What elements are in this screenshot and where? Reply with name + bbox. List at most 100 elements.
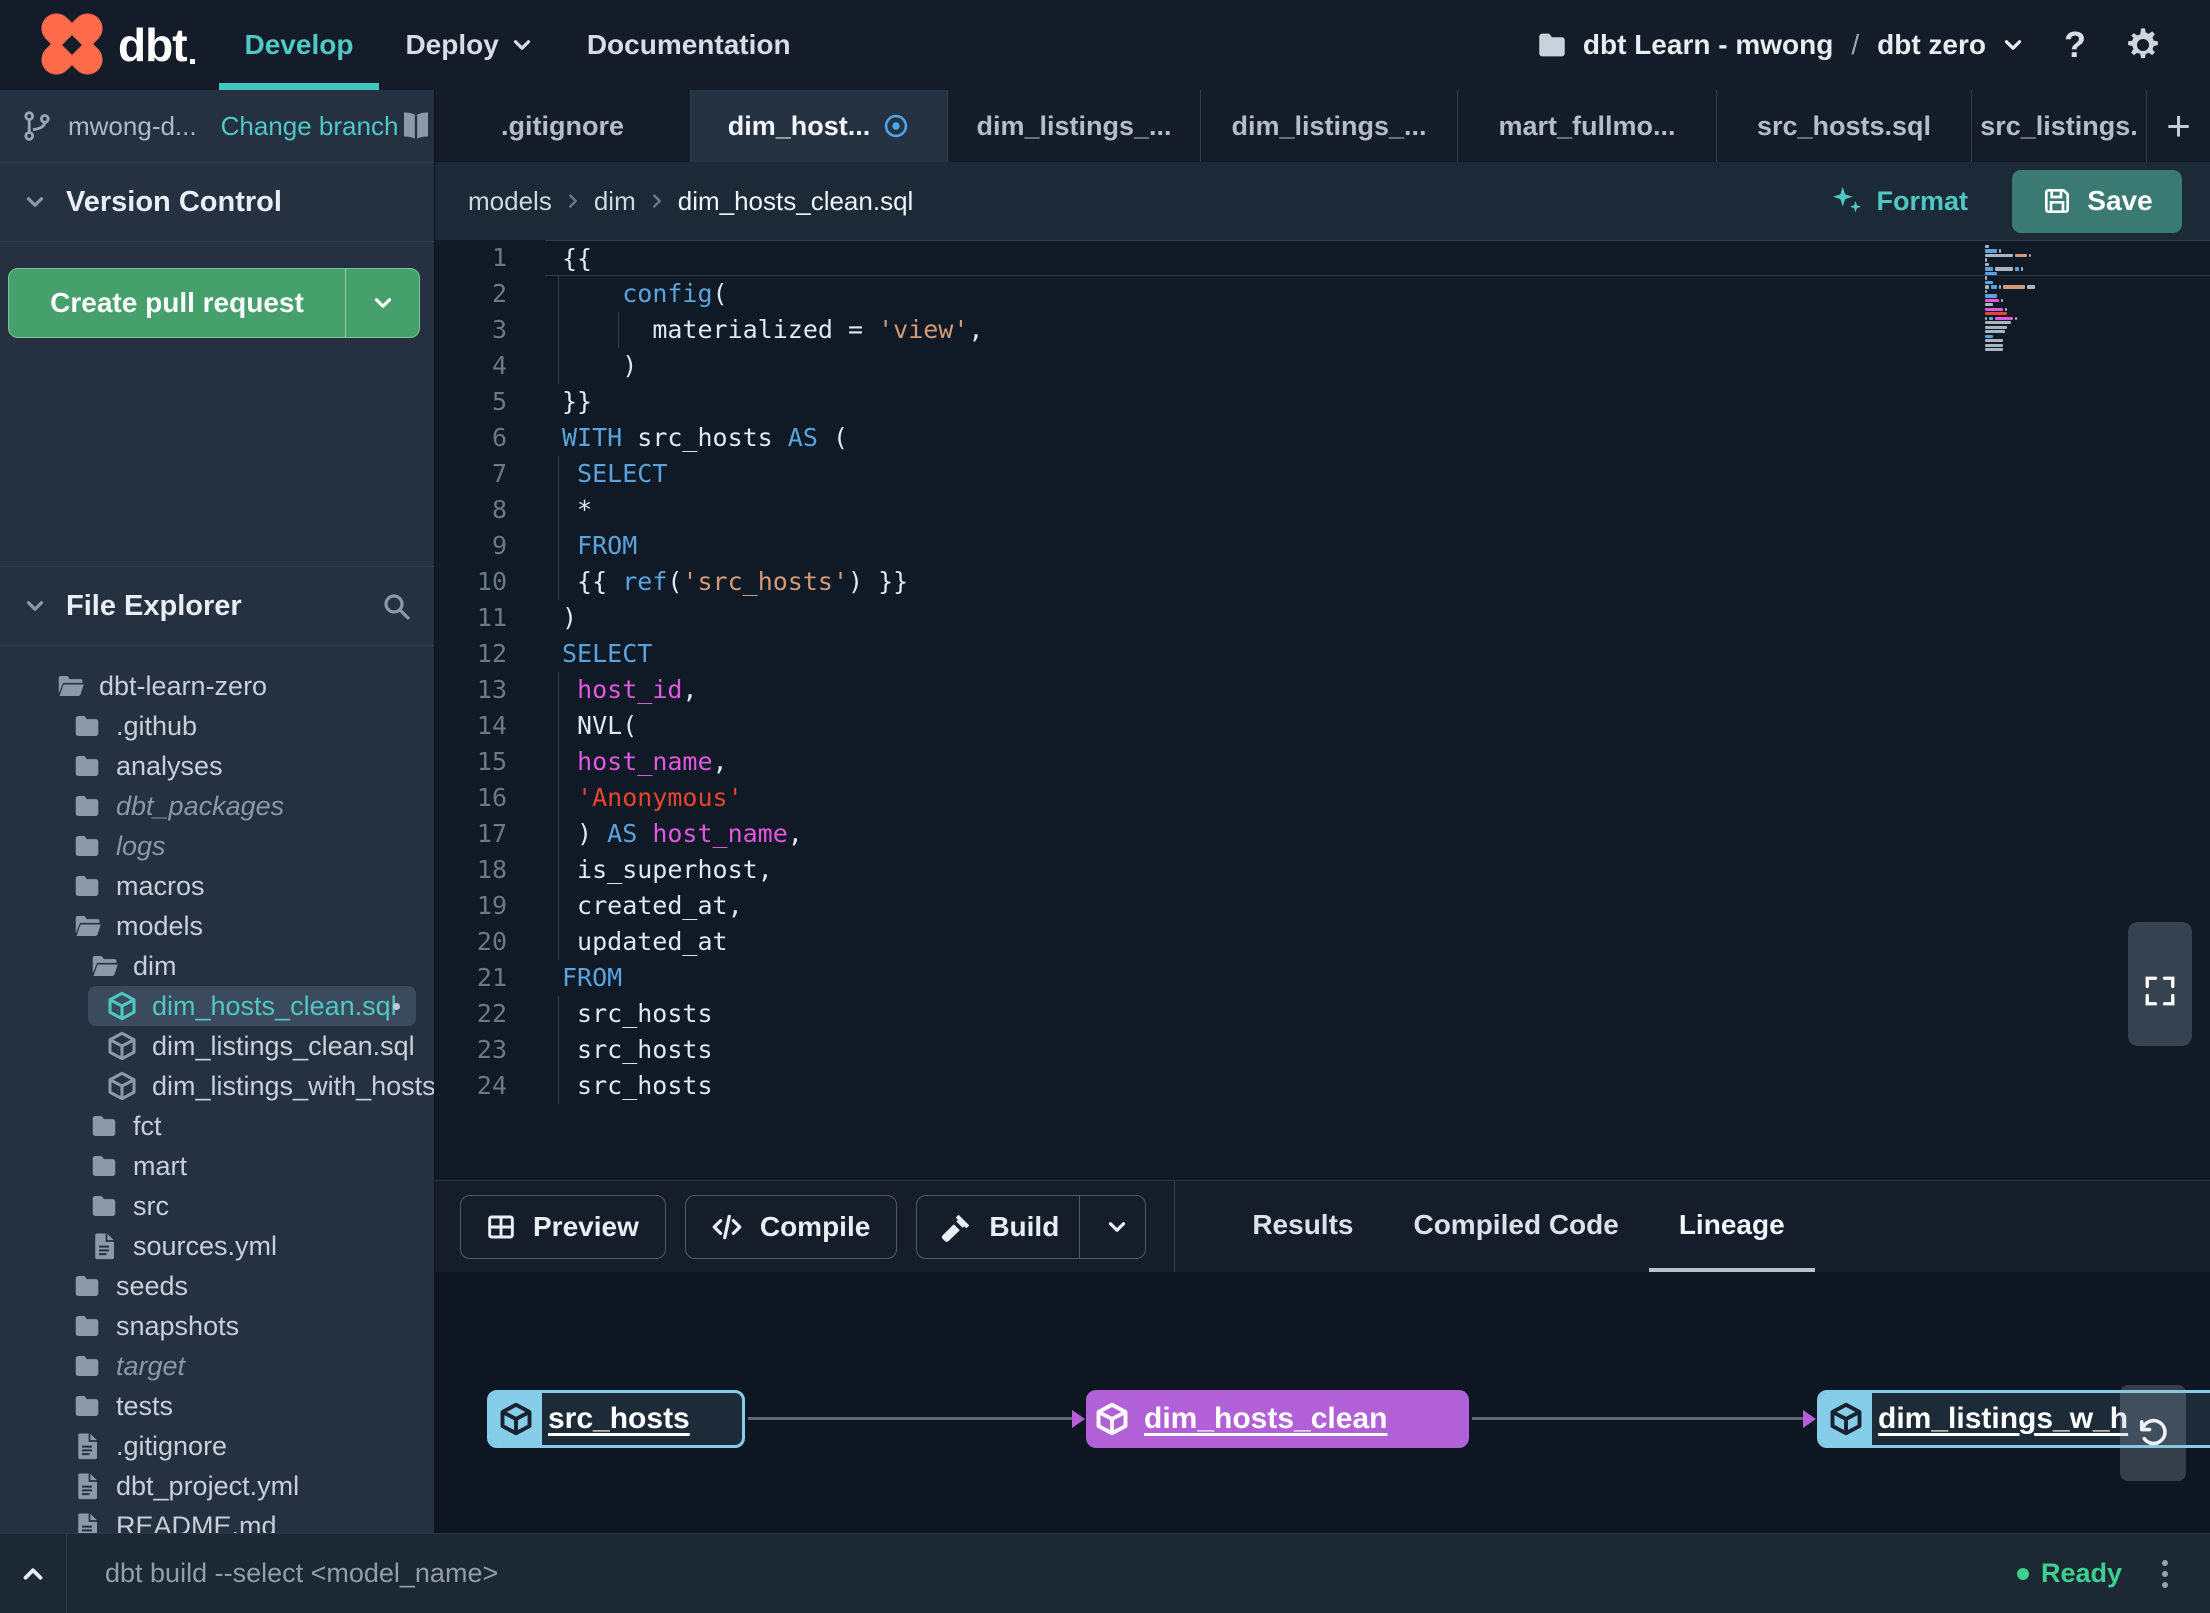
dbt-logo[interactable]: dbt (35, 7, 194, 81)
file-tree-item-sources-yml[interactable]: sources.yml (0, 1226, 434, 1266)
save-label: Save (2087, 185, 2153, 216)
command-input[interactable]: dbt build --select <model_name> (105, 1558, 498, 1589)
minimap-line (1985, 312, 2045, 316)
panel-tab-compiled-code[interactable]: Compiled Code (1383, 1181, 1648, 1272)
format-button[interactable]: Format (1830, 184, 1968, 218)
line-number: 19 (476, 891, 507, 920)
code-line-3: 3 materialized = 'view', (435, 312, 2210, 348)
result-tabs: Results Compiled Code Lineage (1174, 1181, 1815, 1272)
file-tree-item--github[interactable]: .github (0, 706, 434, 746)
editor-minimap[interactable] (1985, 245, 2045, 353)
file-tree-item-models[interactable]: models (0, 906, 434, 946)
editor-tab--gitignore[interactable]: .gitignore (435, 90, 691, 162)
command-bar-toggle-button[interactable] (0, 1534, 67, 1613)
nav-item-label: Deploy (405, 29, 499, 60)
folder-icon (72, 711, 102, 741)
minimap-line (1985, 298, 2045, 302)
file-tree-item-dbt-learn-zero[interactable]: dbt-learn-zero (0, 666, 434, 706)
file-tree-item-seeds[interactable]: seeds (0, 1266, 434, 1306)
file-icon (72, 1471, 102, 1501)
line-number: 4 (491, 351, 507, 380)
file-tree: dbt-learn-zero .github analyses dbt_package… (0, 646, 434, 1533)
nav-item-develop[interactable]: Develop (218, 0, 380, 90)
file-tree-item-dbt-packages[interactable]: dbt_packages (0, 786, 434, 826)
nav-item-documentation[interactable]: Documentation (561, 0, 817, 90)
create-pull-request-button[interactable]: Create pull request (8, 268, 420, 338)
docs-book-icon[interactable] (398, 108, 434, 144)
editor-tab-dim-listings-[interactable]: dim_listings_... (1201, 90, 1458, 162)
pull-request-options-button[interactable] (345, 269, 419, 337)
editor-tab-mart-fullmo-[interactable]: mart_fullmo... (1458, 90, 1717, 162)
file-tree-item-logs[interactable]: logs (0, 826, 434, 866)
dbt-logo-icon (35, 7, 109, 81)
line-number: 15 (476, 747, 507, 776)
file-tree-item-dim-listings-with-hosts-[interactable]: dim_listings_with_hosts... (0, 1066, 434, 1106)
line-number: 2 (491, 279, 507, 308)
help-button[interactable]: ? (2064, 24, 2086, 66)
refresh-lineage-button[interactable] (2120, 1385, 2186, 1481)
status-dot-icon (2016, 1567, 2029, 1580)
editor-tab-label: dim_listings_... (1231, 110, 1427, 141)
file-tree-item-fct[interactable]: fct (0, 1106, 434, 1146)
folder-open-icon (55, 671, 85, 701)
file-tree-item-src[interactable]: src (0, 1186, 434, 1226)
change-branch-link[interactable]: Change branch (221, 111, 399, 142)
indent-guide (558, 708, 559, 744)
lineage-edge-arrow-icon (1072, 1410, 1085, 1428)
preview-button[interactable]: Preview (460, 1194, 666, 1259)
file-tree-item-analyses[interactable]: analyses (0, 746, 434, 786)
create-pull-request-label[interactable]: Create pull request (9, 269, 345, 337)
lineage-node-dim-hosts-clean[interactable]: dim_hosts_clean (1086, 1390, 1469, 1448)
file-tree-item-dim[interactable]: dim (0, 946, 434, 986)
button-label: Preview (533, 1210, 639, 1242)
model-cube-icon (106, 1070, 138, 1102)
file-icon (89, 1231, 119, 1261)
editor-tab-dim-host-[interactable]: dim_host... (691, 90, 948, 162)
expand-fullscreen-button[interactable] (2128, 922, 2192, 1046)
compile-button[interactable]: Compile (684, 1194, 898, 1259)
project-switcher[interactable]: dbt Learn - mwong / dbt zero (1535, 28, 2026, 62)
editor-tab-dim-listings-[interactable]: dim_listings_... (948, 90, 1201, 162)
save-button[interactable]: Save (2012, 169, 2182, 233)
build-options-button[interactable] (1079, 1195, 1145, 1258)
version-control-header[interactable]: Version Control (0, 163, 434, 242)
editor-tab-src-hosts-sql[interactable]: src_hosts.sql (1717, 90, 1972, 162)
model-cube-icon (106, 990, 138, 1022)
build-button[interactable]: Build (916, 1194, 1147, 1259)
file-tree-item-readme-md[interactable]: README.md (0, 1506, 434, 1533)
file-tree-item-tests[interactable]: tests (0, 1386, 434, 1426)
file-tree-item-label: .gitignore (116, 1430, 228, 1461)
new-tab-button[interactable]: + (2147, 90, 2210, 162)
code-line-6: 6 WITH src_hosts AS ( (435, 420, 2210, 456)
more-options-icon[interactable] (2162, 1559, 2168, 1588)
file-tree-item-dim-listings-clean-sql[interactable]: dim_listings_clean.sql (0, 1026, 434, 1066)
file-explorer-title: File Explorer (66, 589, 242, 622)
code-line-20: 20 updated_at (435, 924, 2210, 960)
code-editor[interactable]: 1{{2 config(3 materialized = 'view', 4 ) 5… (435, 240, 2210, 1180)
search-icon[interactable] (380, 590, 412, 622)
indent-guide (558, 276, 559, 312)
file-tree-item-mart[interactable]: mart (0, 1146, 434, 1186)
code-line-13: 13 host_id, (435, 672, 2210, 708)
panel-tab-lineage[interactable]: Lineage (1648, 1181, 1815, 1272)
version-control-panel: Create pull request (0, 242, 434, 567)
minimap-line (1985, 348, 2045, 352)
file-explorer-header[interactable]: File Explorer (0, 567, 434, 646)
line-number: 5 (491, 387, 507, 416)
file-tree-item--gitignore[interactable]: .gitignore (0, 1426, 434, 1466)
code-line-content: FROM (562, 963, 623, 992)
code-line-content: materialized = 'view', (545, 312, 2210, 348)
nav-item-deploy[interactable]: Deploy (379, 0, 560, 90)
editor-tab-src-listings-[interactable]: src_listings. (1972, 90, 2147, 162)
file-tree-item-macros[interactable]: macros (0, 866, 434, 906)
indent-guide (558, 492, 559, 528)
breadcrumb-chevron-icon (562, 190, 584, 212)
panel-tab-results[interactable]: Results (1222, 1181, 1383, 1272)
file-tree-item-dbt-project-yml[interactable]: dbt_project.yml (0, 1466, 434, 1506)
file-tree-item-snapshots[interactable]: snapshots (0, 1306, 434, 1346)
lineage-node-src-hosts[interactable]: src_hosts (487, 1390, 745, 1448)
breadcrumb-chevron-icon (646, 190, 668, 212)
file-tree-item-dim-hosts-clean-sql[interactable]: dim_hosts_clean.sql (88, 986, 416, 1026)
file-tree-item-target[interactable]: target (0, 1346, 434, 1386)
settings-gear-icon[interactable] (2124, 26, 2162, 64)
